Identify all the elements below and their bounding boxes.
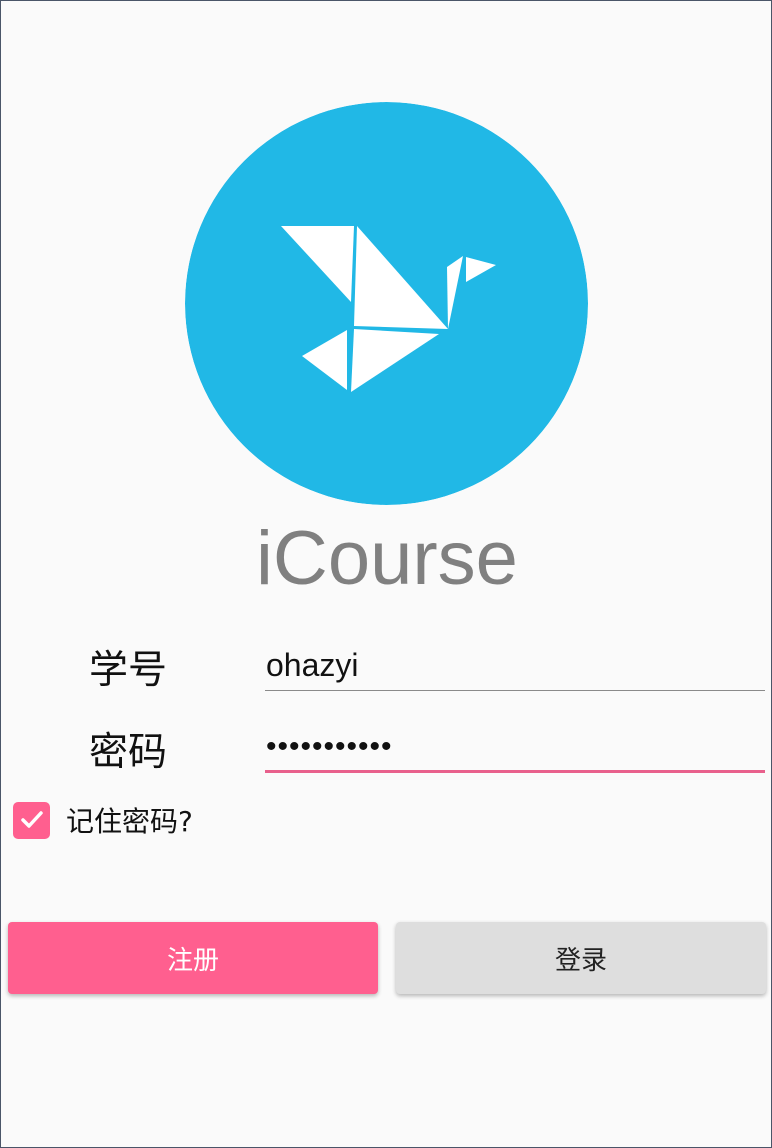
remember-password-toggle[interactable]: 记住密码? (13, 800, 193, 840)
password-label: 密码 (89, 730, 168, 775)
remember-password-label: 记住密码? (66, 805, 193, 838)
student-id-label: 学号 (89, 648, 168, 693)
app-logo (185, 102, 588, 505)
remember-password-checkbox[interactable] (13, 801, 50, 839)
checkmark-icon (20, 811, 43, 828)
student-id-input[interactable] (265, 641, 765, 691)
app-title: iCourse (256, 516, 518, 601)
login-button[interactable]: 登录 (396, 922, 766, 994)
origami-bird-icon (185, 102, 588, 505)
register-button[interactable]: 注册 (8, 922, 378, 994)
password-input[interactable] (265, 723, 765, 773)
